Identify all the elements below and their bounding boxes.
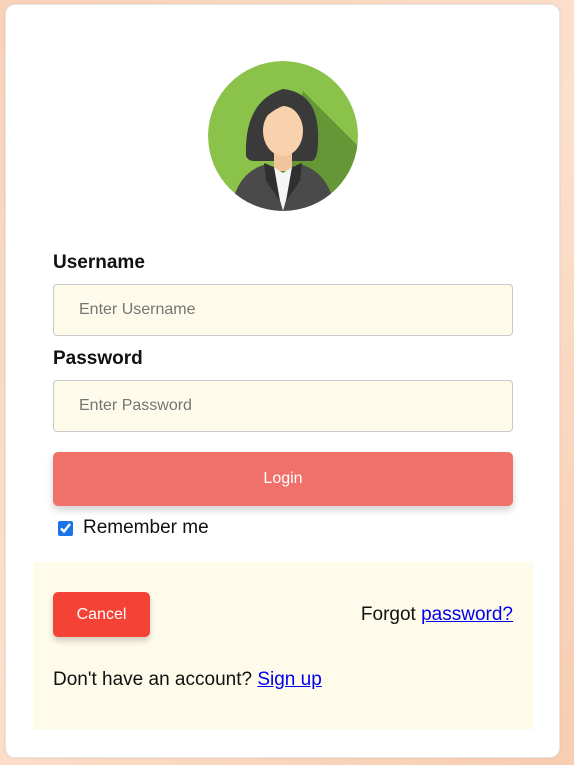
login-footer: Cancel Forgot password? Don't have an ac… (33, 562, 533, 730)
forgot-password-prefix: Forgot (360, 604, 422, 625)
password-label: Password (53, 348, 143, 369)
remember-me-label: Remember me (83, 517, 209, 538)
remember-me-checkbox[interactable] (58, 520, 73, 536)
forgot-password-link[interactable]: password? (421, 604, 513, 625)
user-avatar-icon (208, 61, 358, 211)
signup-link[interactable]: Sign up (257, 669, 321, 690)
username-label: Username (53, 252, 145, 273)
login-button[interactable]: Login (53, 452, 513, 506)
password-input[interactable] (53, 380, 513, 432)
cancel-button[interactable]: Cancel (53, 592, 150, 637)
username-input[interactable] (53, 284, 513, 336)
remember-me: Remember me (58, 517, 209, 539)
signup-prefix: Don't have an account? (53, 669, 258, 690)
login-card: Username Password Login Remember me Canc… (5, 4, 560, 758)
signup-text: Don't have an account? Sign up (53, 669, 322, 691)
forgot-password-text: Forgot password? (361, 604, 513, 626)
